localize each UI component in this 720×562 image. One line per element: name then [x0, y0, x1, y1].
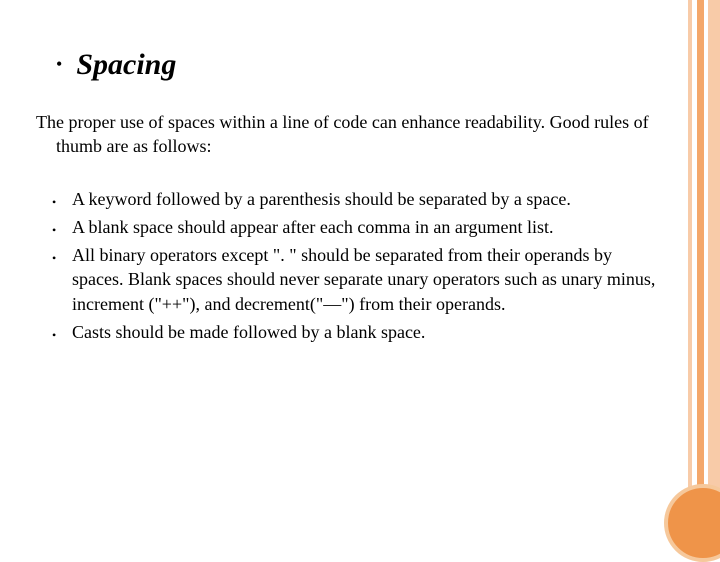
- slide-title: Spacing: [76, 48, 176, 82]
- bullet-list: • A keyword followed by a parenthesis sh…: [52, 187, 664, 345]
- stripe: [697, 0, 704, 540]
- bullet-icon: •: [52, 195, 60, 210]
- list-item: • A blank space should appear after each…: [52, 215, 664, 239]
- list-item: • Casts should be made followed by a bla…: [52, 320, 664, 344]
- bullet-text: Casts should be made followed by a blank…: [72, 320, 425, 344]
- intro-content: The proper use of spaces within a line o…: [36, 112, 649, 156]
- title-row: • Spacing: [56, 48, 664, 82]
- stripe: [708, 0, 720, 540]
- bullet-icon: •: [52, 251, 60, 266]
- bullet-text: A keyword followed by a parenthesis shou…: [72, 187, 571, 211]
- list-item: • All binary operators except ". " shoul…: [52, 243, 664, 316]
- bullet-icon: •: [52, 223, 60, 238]
- decorative-stripes: [688, 0, 720, 540]
- bullet-text: All binary operators except ". " should …: [72, 243, 664, 316]
- list-item: • A keyword followed by a parenthesis sh…: [52, 187, 664, 211]
- bullet-text: A blank space should appear after each c…: [72, 215, 554, 239]
- bullet-icon: •: [52, 328, 60, 343]
- slide: • Spacing The proper use of spaces withi…: [0, 0, 720, 540]
- decorative-circle: [664, 484, 720, 562]
- intro-text: The proper use of spaces within a line o…: [36, 110, 664, 159]
- bullet-icon: •: [56, 54, 62, 75]
